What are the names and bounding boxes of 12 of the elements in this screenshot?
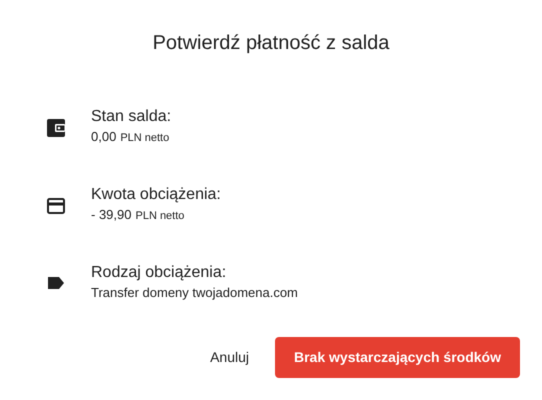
item-label: Rodzaj obciążenia: (91, 263, 228, 283)
dialog-title: Potwierdź płatność z salda (152, 31, 390, 55)
item-value: 0,00 PLN netto (91, 128, 170, 146)
insufficient-funds-button[interactable]: Brak wystarczających środków (275, 337, 520, 378)
wallet-icon (47, 118, 65, 136)
tag-icon (47, 274, 65, 292)
credit-card-icon (47, 196, 65, 214)
cancel-button[interactable]: Anuluj (210, 341, 249, 374)
item-value: - 39,90 PLN netto (91, 206, 186, 224)
item-label: Stan salda: (91, 107, 172, 127)
item-label: Kwota obciążenia: (91, 185, 221, 205)
item-value: Transfer domeny twojadomena.com (91, 284, 298, 302)
